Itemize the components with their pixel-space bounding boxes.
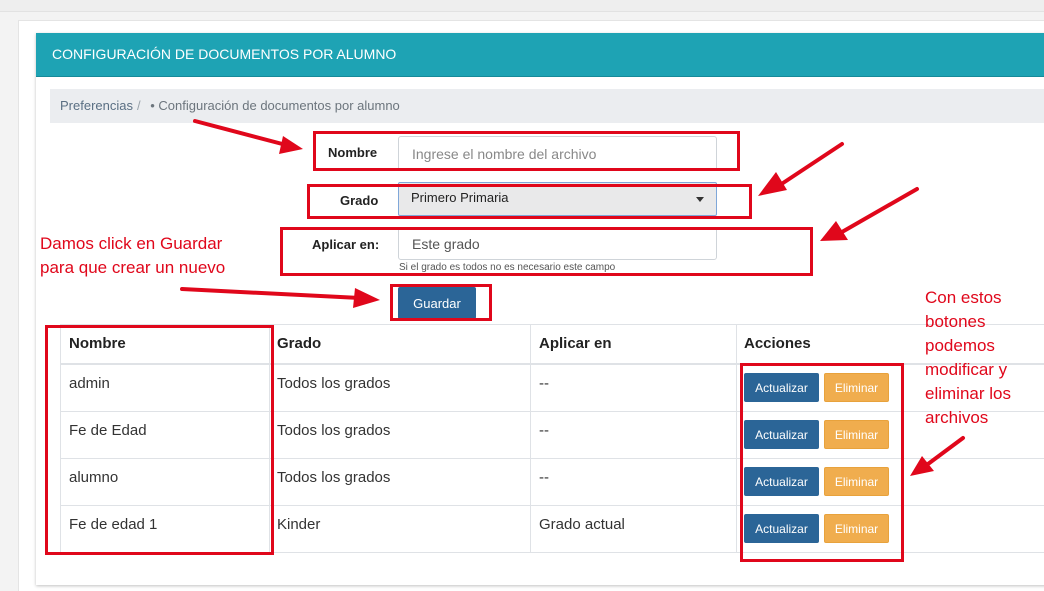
cell-aplicar: -- [539,422,549,439]
annotation-line: para que crear un nuevo [40,258,226,277]
card-header-divider [36,76,1044,77]
column-header-grado: Grado [277,335,322,352]
annotation-line: Damos click en Guardar [40,234,223,253]
cell-aplicar: Grado actual [539,516,625,533]
annotation-line: modificar y [925,360,1008,379]
col-divider [736,324,737,552]
annotation-line: Con estos [925,288,1002,307]
cell-aplicar: -- [539,375,549,392]
cell-grado: Todos los grados [277,469,391,486]
annotation-guardar-note: Damos click en Guardar para que crear un… [40,232,225,280]
breadcrumb-item-current: Configuración de documentos por alumno [158,98,400,113]
annotation-box-actions [740,363,904,562]
col-divider [530,324,531,552]
annotation-line: podemos [925,336,995,355]
annotation-box-guardar [390,284,492,321]
card-title: CONFIGURACIÓN DE DOCUMENTOS POR ALUMNO [36,33,1044,76]
annotation-actions-note: Con estos botones podemos modificar y el… [925,286,1011,430]
cell-aplicar: -- [539,469,549,486]
annotation-box-nombre [313,131,740,171]
cell-grado: Todos los grados [277,375,391,392]
breadcrumb-item-preferencias[interactable]: Preferencias [60,98,133,113]
annotation-box-grado [307,184,752,219]
breadcrumb-bullet-icon: • [150,98,155,113]
annotation-box-nombre-column [45,325,274,555]
column-header-acciones: Acciones [744,335,811,352]
annotation-line: eliminar los [925,384,1011,403]
annotation-line: botones [925,312,986,331]
breadcrumb: Preferencias / • Configuración de documen… [50,89,1044,123]
cell-grado: Kinder [277,516,321,533]
top-strip [0,0,1044,12]
breadcrumb-separator: / [136,98,141,113]
annotation-line: archivos [925,408,989,427]
cell-grado: Todos los grados [277,422,391,439]
annotation-box-aplicar [280,227,813,276]
column-header-aplicar: Aplicar en [539,335,612,352]
